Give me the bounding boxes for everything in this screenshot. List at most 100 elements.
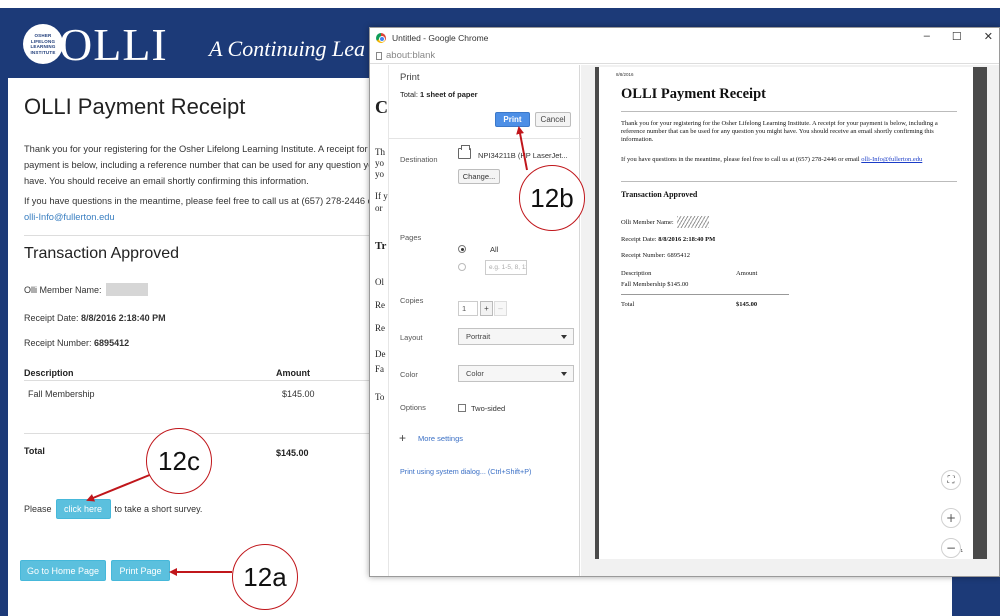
member-name-row: Olli Member Name:: [24, 283, 148, 296]
preview-receipt-date: Receipt Date: 8/8/2016 2:18:40 PM: [621, 236, 715, 243]
bg-fragment-text: yo: [375, 158, 384, 168]
pages-all-label: All: [490, 245, 499, 254]
more-settings-link[interactable]: More settings: [418, 434, 463, 443]
copies-increment-button[interactable]: +: [480, 301, 493, 316]
bg-fragment-text: De: [375, 349, 386, 359]
change-destination-button[interactable]: Change...: [458, 169, 500, 184]
print-page-button[interactable]: Print Page: [111, 560, 170, 581]
print-button[interactable]: Print: [495, 112, 530, 127]
chrome-titlebar[interactable]: Untitled - Google Chrome – ☐ ✕: [370, 28, 999, 48]
window-title: Untitled - Google Chrome: [392, 33, 489, 43]
maximize-icon[interactable]: ☐: [952, 30, 962, 43]
contact-email-link[interactable]: olli-Info@fullerton.edu: [24, 212, 115, 222]
table-header-divider: [24, 380, 370, 381]
survey-row: Please click here to take a short survey…: [24, 499, 202, 519]
receipt-number-value: 6895412: [94, 338, 130, 348]
chevron-down-icon: [561, 372, 567, 376]
zoom-in-icon[interactable]: +: [941, 508, 961, 528]
pages-label: Pages: [400, 233, 422, 242]
olli-logo-text: OLLI: [59, 18, 168, 70]
receipt-date-label: Receipt Date:: [24, 313, 79, 323]
destination-value: NPI34211B (HP LaserJet...: [478, 151, 568, 160]
preview-divider: [621, 181, 957, 182]
print-dialog-title: Print: [400, 72, 420, 83]
preview-col-amount: Amount: [736, 270, 758, 277]
preview-member-row: Olli Member Name:: [621, 216, 709, 228]
color-select[interactable]: Color: [458, 365, 574, 382]
preview-receipt-date-label: Receipt Date:: [621, 236, 657, 243]
member-name-label: Olli Member Name:: [24, 284, 102, 295]
pages-all-radio[interactable]: [458, 245, 466, 253]
address-text[interactable]: about:blank: [386, 50, 435, 61]
preview-intro: Thank you for your registering for the O…: [621, 120, 938, 144]
two-sided-checkbox[interactable]: [458, 404, 466, 412]
sheet-count-value: 1 sheet of paper: [420, 90, 478, 99]
bg-fragment-text: or: [375, 203, 383, 213]
olli-tagline: A Continuing Lea: [209, 36, 366, 61]
options-label: Options: [400, 403, 426, 412]
chevron-down-icon: [561, 335, 567, 339]
callout-12b: 12b: [519, 165, 585, 231]
preview-receipt-number: Receipt Number: 6895412: [621, 252, 690, 259]
logo-line-4: INSTITUTE: [30, 49, 56, 55]
receipt-date-row: Receipt Date: 8/8/2016 2:18:40 PM: [24, 313, 166, 323]
olli-logo[interactable]: OSHER LIFELONG LEARNING INSTITUTE OLLI: [23, 17, 168, 71]
bg-fragment-text: Fa: [375, 364, 384, 374]
column-header-description: Description: [24, 368, 74, 378]
bg-fragment-text: yo: [375, 169, 384, 179]
bg-fragment-heading: Tr: [375, 240, 387, 252]
total-amount: $145.00: [276, 448, 309, 458]
system-dialog-link[interactable]: Print using system dialog... (Ctrl+Shift…: [400, 467, 531, 476]
survey-prefix: Please: [24, 504, 52, 514]
survey-click-here-button[interactable]: click here: [55, 499, 111, 519]
callout-12c: 12c: [146, 428, 212, 494]
fit-to-page-icon[interactable]: ⛶: [941, 470, 961, 490]
receipt-intro-text: Thank you for your registering for the O…: [24, 144, 370, 186]
bg-fragment-text: Re: [375, 323, 385, 333]
pages-range-input[interactable]: e.g. 1-5, 8, 11-13: [485, 260, 527, 275]
close-icon[interactable]: ✕: [984, 30, 993, 43]
preview-col-description: Description: [621, 270, 652, 277]
receipt-number-row: Receipt Number: 6895412: [24, 338, 129, 348]
sheet-count-label: Total:: [400, 90, 421, 99]
go-to-home-page-button[interactable]: Go to Home Page: [20, 560, 106, 581]
bg-fragment-text: To: [375, 392, 385, 402]
address-bar[interactable]: about:blank: [370, 48, 999, 64]
window-controls: – ☐ ✕: [924, 30, 993, 43]
copies-label: Copies: [400, 296, 424, 305]
preview-member-label: Olli Member Name:: [621, 218, 674, 226]
column-header-amount: Amount: [276, 368, 310, 378]
print-settings-panel: Print Total: 1 sheet of paper Print Canc…: [388, 65, 581, 576]
color-label: Color: [400, 370, 418, 379]
contact-prefix: If you have questions in the meantime, p…: [24, 196, 370, 206]
transaction-status-heading: Transaction Approved: [24, 245, 180, 262]
preview-contact-prefix: If you have questions in the meantime, p…: [621, 156, 862, 163]
bg-fragment-title: C: [375, 97, 388, 117]
layout-label: Layout: [400, 333, 423, 342]
sheet-count: Total: 1 sheet of paper: [400, 90, 478, 99]
zoom-out-icon[interactable]: −: [941, 538, 961, 558]
destination-label: Destination: [400, 155, 438, 164]
plus-icon[interactable]: +: [399, 431, 406, 445]
print-preview-area: 8/8/2016 OLLI Payment Receipt Thank you …: [581, 65, 999, 576]
copies-input[interactable]: 1: [458, 301, 478, 316]
two-sided-label: Two-sided: [471, 404, 506, 413]
cancel-button[interactable]: Cancel: [535, 112, 571, 127]
contact-text: If you have questions in the meantime, p…: [24, 193, 370, 225]
preview-total-label: Total: [621, 301, 635, 308]
layout-select[interactable]: Portrait: [458, 328, 574, 345]
preview-total-divider: [621, 294, 789, 295]
preview-divider: [621, 111, 957, 112]
minimize-icon[interactable]: –: [924, 30, 930, 43]
layout-value: Portrait: [466, 332, 491, 341]
chrome-print-window: Untitled - Google Chrome – ☐ ✕ about:bla…: [369, 27, 1000, 577]
preview-receipt-date-value: 8/8/2016 2:18:40 PM: [658, 236, 716, 243]
divider: [24, 235, 370, 236]
pages-range-radio[interactable]: [458, 263, 466, 271]
bg-fragment-text: Re: [375, 300, 385, 310]
divider: [389, 138, 581, 139]
printer-icon: [458, 145, 471, 159]
copies-decrement-button[interactable]: –: [494, 301, 507, 316]
callout-12a: 12a: [232, 544, 298, 610]
page-left-border: [0, 8, 8, 616]
